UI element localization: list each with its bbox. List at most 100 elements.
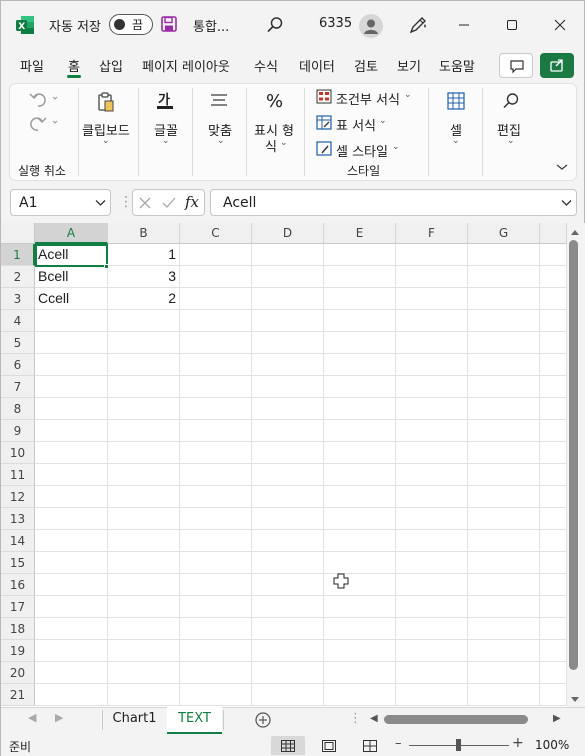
- row-header-19[interactable]: 19: [1, 640, 35, 662]
- cell-f9[interactable]: [396, 420, 468, 442]
- cancel-icon[interactable]: [138, 196, 152, 210]
- cell-b12[interactable]: [108, 486, 180, 508]
- cell-f14[interactable]: [396, 530, 468, 552]
- row-header-21[interactable]: 21: [1, 684, 35, 706]
- cell-d9[interactable]: [252, 420, 324, 442]
- column-header-e[interactable]: E: [324, 223, 396, 244]
- cell-e8[interactable]: [324, 398, 396, 420]
- cell-g20[interactable]: [468, 662, 540, 684]
- cell-e11[interactable]: [324, 464, 396, 486]
- cell-g15[interactable]: [468, 552, 540, 574]
- horizontal-scroll-thumb[interactable]: [384, 715, 528, 724]
- cell-d19[interactable]: [252, 640, 324, 662]
- cell-b21[interactable]: [108, 684, 180, 706]
- cell-a7[interactable]: [35, 376, 108, 398]
- cell-partial[interactable]: [540, 464, 567, 486]
- save-icon[interactable]: [161, 16, 177, 32]
- row-header-8[interactable]: 8: [1, 398, 35, 420]
- cell-f13[interactable]: [396, 508, 468, 530]
- confirm-icon[interactable]: [161, 196, 177, 210]
- cell-f19[interactable]: [396, 640, 468, 662]
- tab-page-layout[interactable]: 페이지 레이아웃: [142, 56, 230, 75]
- cell-a19[interactable]: [35, 640, 108, 662]
- normal-view-button[interactable]: [271, 736, 305, 755]
- align-icon[interactable]: [210, 93, 228, 109]
- cell-d8[interactable]: [252, 398, 324, 420]
- fill-handle[interactable]: [104, 264, 109, 269]
- row-header-18[interactable]: 18: [1, 618, 35, 640]
- maximize-button[interactable]: [489, 9, 535, 41]
- row-header-7[interactable]: 7: [1, 376, 35, 398]
- tab-review[interactable]: 검토: [354, 56, 378, 75]
- ribbon-expand-icon[interactable]: [556, 162, 568, 172]
- cell-partial[interactable]: [540, 310, 567, 332]
- sheet-tab-text[interactable]: TEXT: [167, 707, 222, 734]
- row-header-10[interactable]: 10: [1, 442, 35, 464]
- cell-a13[interactable]: [35, 508, 108, 530]
- spreadsheet-grid[interactable]: A B C D E F G 1 Acell 1 2 Bcell 3 3 Ccell 2 4 5 6 7 8 9 10 11 12…: [1, 223, 567, 707]
- cell-b4[interactable]: [108, 310, 180, 332]
- copilot-pen-icon[interactable]: [407, 14, 429, 36]
- cell-g21[interactable]: [468, 684, 540, 706]
- cell-g11[interactable]: [468, 464, 540, 486]
- cell-partial[interactable]: [540, 442, 567, 464]
- cell-d16[interactable]: [252, 574, 324, 596]
- scroll-up-icon[interactable]: [570, 228, 580, 236]
- document-title[interactable]: 통합...: [193, 16, 229, 35]
- cell-a21[interactable]: [35, 684, 108, 706]
- cell-b3[interactable]: 2: [108, 288, 180, 310]
- cell-c4[interactable]: [180, 310, 252, 332]
- cell-e3[interactable]: [324, 288, 396, 310]
- cell-f20[interactable]: [396, 662, 468, 684]
- cell-d6[interactable]: [252, 354, 324, 376]
- cell-e9[interactable]: [324, 420, 396, 442]
- cell-partial[interactable]: [540, 508, 567, 530]
- scroll-down-icon[interactable]: [570, 696, 580, 704]
- cell-f21[interactable]: [396, 684, 468, 706]
- row-header-5[interactable]: 5: [1, 332, 35, 354]
- cell-partial[interactable]: [540, 354, 567, 376]
- cell-c20[interactable]: [180, 662, 252, 684]
- cell-g13[interactable]: [468, 508, 540, 530]
- column-header-b[interactable]: B: [108, 223, 180, 244]
- row-header-9[interactable]: 9: [1, 420, 35, 442]
- row-header-11[interactable]: 11: [1, 464, 35, 486]
- previous-sheet-icon[interactable]: ◀: [28, 711, 36, 724]
- cell-c18[interactable]: [180, 618, 252, 640]
- cell-b5[interactable]: [108, 332, 180, 354]
- redo-icon[interactable]: [26, 112, 60, 132]
- cell-c11[interactable]: [180, 464, 252, 486]
- row-header-15[interactable]: 15: [1, 552, 35, 574]
- cell-a11[interactable]: [35, 464, 108, 486]
- cell-e14[interactable]: [324, 530, 396, 552]
- cell-b15[interactable]: [108, 552, 180, 574]
- row-header-16[interactable]: 16: [1, 574, 35, 596]
- table-format-button[interactable]: 표 서식: [336, 115, 376, 134]
- cell-g8[interactable]: [468, 398, 540, 420]
- row-header-14[interactable]: 14: [1, 530, 35, 552]
- cell-b1[interactable]: 1: [108, 244, 180, 266]
- name-box[interactable]: A1: [10, 189, 111, 216]
- cell-c1[interactable]: [180, 244, 252, 266]
- select-all-corner[interactable]: [1, 223, 35, 244]
- cell-e21[interactable]: [324, 684, 396, 706]
- tab-insert[interactable]: 삽입: [99, 56, 123, 75]
- avatar[interactable]: [359, 14, 383, 38]
- cell-g14[interactable]: [468, 530, 540, 552]
- cell-a10[interactable]: [35, 442, 108, 464]
- cell-partial[interactable]: [540, 684, 567, 706]
- cell-g16[interactable]: [468, 574, 540, 596]
- cell-b14[interactable]: [108, 530, 180, 552]
- page-layout-view-button[interactable]: [312, 736, 346, 755]
- share-button[interactable]: [540, 53, 574, 78]
- tab-home[interactable]: 홈: [68, 56, 80, 75]
- autosave-toggle[interactable]: 끔: [109, 14, 153, 35]
- comments-button[interactable]: [499, 53, 533, 78]
- column-header-partial[interactable]: [540, 223, 567, 244]
- cell-partial[interactable]: [540, 640, 567, 662]
- column-header-f[interactable]: F: [396, 223, 468, 244]
- cell-a8[interactable]: [35, 398, 108, 420]
- zoom-in-icon[interactable]: +: [512, 735, 524, 751]
- cell-b16[interactable]: [108, 574, 180, 596]
- cell-e19[interactable]: [324, 640, 396, 662]
